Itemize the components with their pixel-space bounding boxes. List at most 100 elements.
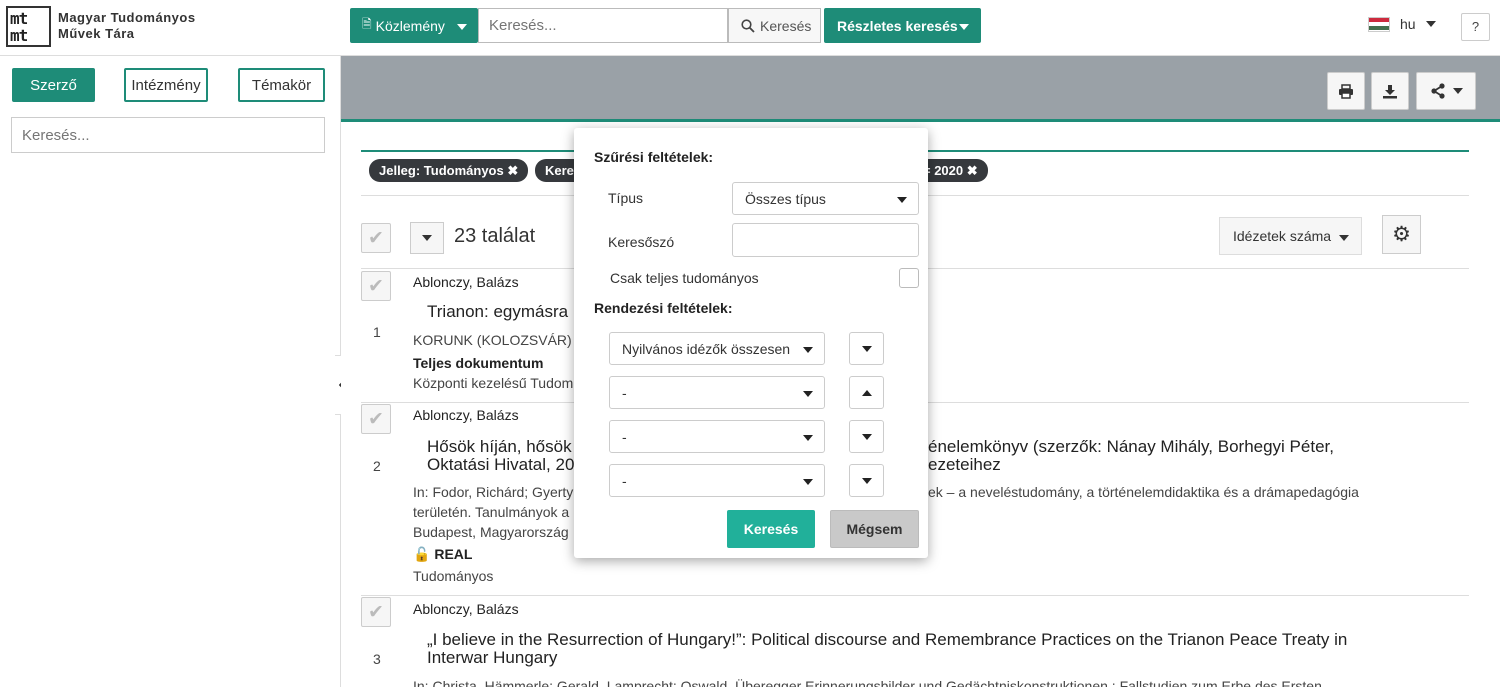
modal-search-button[interactable]: Keresés bbox=[727, 510, 815, 548]
sort-direction-1[interactable] bbox=[849, 332, 884, 365]
share-button[interactable] bbox=[1416, 72, 1476, 110]
help-button[interactable]: ? bbox=[1461, 13, 1490, 41]
result-title[interactable]: Hősök híján, hősök bbox=[427, 437, 572, 456]
sort-field-2[interactable]: - bbox=[609, 376, 825, 409]
chevron-down-icon bbox=[422, 235, 432, 241]
search-button[interactable]: Keresés bbox=[728, 8, 821, 43]
chevron-down-icon bbox=[897, 197, 907, 203]
open-access-icon: 🔓 bbox=[413, 546, 431, 562]
chevron-down-icon bbox=[457, 24, 467, 30]
only-full-checkbox[interactable] bbox=[899, 268, 919, 288]
sort-direction-3[interactable] bbox=[849, 420, 884, 453]
keyword-input[interactable] bbox=[732, 223, 919, 257]
type-label: Típus bbox=[608, 190, 644, 206]
sort-direction-2[interactable] bbox=[849, 376, 884, 409]
sort-direction-4[interactable] bbox=[849, 464, 884, 497]
type-select-value: Összes típus bbox=[745, 190, 826, 207]
advanced-search-label: Részletes keresés bbox=[837, 17, 958, 34]
tab-topic[interactable]: Témakör bbox=[238, 68, 325, 102]
sort-field-3-value: - bbox=[622, 428, 627, 445]
download-icon bbox=[1383, 84, 1397, 98]
document-icon: 🗎 bbox=[362, 17, 372, 31]
result-title[interactable]: „I believe in the Resurrection of Hungar… bbox=[427, 630, 1477, 649]
repository-label: REAL bbox=[434, 546, 473, 562]
tab-institution[interactable]: Intézmény bbox=[124, 68, 208, 102]
sort-field-1-value: Nyilvános idézők összesen bbox=[622, 340, 791, 357]
chevron-down-icon bbox=[959, 24, 969, 30]
only-full-label: Csak teljes tudományos bbox=[610, 270, 759, 286]
result-doc-type[interactable]: Teljes dokumentum bbox=[413, 353, 1473, 373]
advanced-search-button[interactable]: Részletes keresés bbox=[824, 8, 981, 43]
result-checkbox[interactable]: ✔ bbox=[361, 597, 391, 627]
sort-field-2-value: - bbox=[622, 384, 627, 401]
result-title-line2[interactable]: Oktatási Hivatal, 20 bbox=[427, 455, 574, 474]
sort-desc-icon bbox=[861, 345, 872, 352]
select-all-checkbox[interactable]: ✔ bbox=[361, 223, 391, 253]
result-checkbox[interactable]: ✔ bbox=[361, 271, 391, 301]
result-title-line2-continued[interactable]: ezeteihez bbox=[928, 455, 1001, 474]
sort-desc-icon bbox=[861, 477, 872, 484]
main-search-input[interactable] bbox=[478, 8, 728, 43]
gear-icon: ⚙ bbox=[1392, 223, 1411, 246]
chevron-down-icon bbox=[1339, 235, 1349, 241]
language-label: hu bbox=[1400, 16, 1416, 32]
bulk-actions-dropdown[interactable] bbox=[410, 222, 444, 254]
chevron-down-icon bbox=[803, 435, 813, 441]
search-button-label: Keresés bbox=[760, 17, 812, 34]
top-header: mt mt Magyar Tudományos Művek Tára 🗎 Közl… bbox=[0, 0, 1500, 56]
publication-type-dropdown[interactable]: 🗎 Közlemény bbox=[350, 8, 478, 43]
site-title-line2: Művek Tára bbox=[58, 26, 135, 41]
site-title[interactable]: Magyar Tudományos Művek Tára bbox=[58, 10, 196, 42]
divider bbox=[361, 595, 1469, 596]
keyword-label: Keresőszó bbox=[608, 234, 675, 250]
settings-button[interactable]: ⚙ bbox=[1382, 215, 1421, 254]
result-title-line2[interactable]: Interwar Hungary bbox=[427, 648, 1477, 667]
result-category: Tudományos bbox=[413, 568, 494, 584]
result-in: In: Fodor, Richárd; Gyerty bbox=[413, 484, 574, 500]
left-sidebar: Szerző Intézmény Témakör bbox=[0, 56, 341, 687]
chevron-down-icon bbox=[1425, 21, 1436, 27]
chevron-down-icon bbox=[803, 391, 813, 397]
result-number: 3 bbox=[373, 651, 381, 667]
result-checkbox[interactable]: ✔ bbox=[361, 404, 391, 434]
sort-dropdown[interactable]: Idézetek száma bbox=[1219, 217, 1362, 255]
result-number: 2 bbox=[373, 458, 381, 474]
sort-field-4-value: - bbox=[622, 472, 627, 489]
sort-field-4[interactable]: - bbox=[609, 464, 825, 497]
result-in: In: Christa, Hämmerle; Gerald, Lamprecht… bbox=[413, 678, 1322, 687]
result-author[interactable]: Ablonczy, Balázs bbox=[413, 274, 519, 290]
result-journal: KORUNK (KOLOZSVÁR) 30 bbox=[413, 332, 592, 348]
chevron-down-icon bbox=[1452, 88, 1463, 94]
result-place: Budapest, Magyarország bbox=[413, 524, 569, 540]
result-author[interactable]: Ablonczy, Balázs bbox=[413, 407, 519, 423]
result-owner: Központi kezelésű Tudom bbox=[413, 375, 574, 391]
site-title-line1: Magyar Tudományos bbox=[58, 10, 196, 25]
sort-field-1[interactable]: Nyilvános idézők összesen bbox=[609, 332, 825, 365]
result-count: 23 találat bbox=[454, 225, 536, 247]
tab-author[interactable]: Szerző bbox=[12, 68, 95, 102]
result-number: 1 bbox=[373, 324, 381, 340]
result-in-line2: területén. Tanulmányok a bbox=[413, 504, 570, 520]
publication-type-label: Közlemény bbox=[375, 17, 445, 34]
sort-desc-icon bbox=[861, 433, 872, 440]
filter-heading: Szűrési feltételek: bbox=[594, 149, 714, 165]
hungarian-flag-icon bbox=[1368, 16, 1390, 32]
download-button[interactable] bbox=[1371, 72, 1409, 110]
print-button[interactable] bbox=[1327, 72, 1365, 110]
share-icon bbox=[1430, 83, 1445, 99]
chevron-down-icon bbox=[803, 479, 813, 485]
filter-sort-modal: Szűrési feltételek: Típus Összes típus K… bbox=[574, 128, 928, 558]
result-in-continued: ek – a neveléstudomány, a történelemdida… bbox=[928, 484, 1359, 500]
sidebar-search-input[interactable] bbox=[11, 117, 325, 153]
sort-label: Idézetek száma bbox=[1233, 228, 1332, 244]
sort-field-3[interactable]: - bbox=[609, 420, 825, 453]
result-repository[interactable]: 🔓 REAL bbox=[413, 544, 1473, 564]
type-select[interactable]: Összes típus bbox=[732, 182, 919, 215]
mtmt-logo[interactable]: mt mt bbox=[6, 6, 51, 47]
filter-chip-category[interactable]: Jelleg: Tudományos ✖ bbox=[369, 159, 529, 182]
result-title-continued[interactable]: énelemkönyv (szerzők: Nánay Mihály, Borh… bbox=[928, 437, 1334, 456]
language-selector[interactable]: hu bbox=[1368, 16, 1436, 32]
modal-cancel-button[interactable]: Mégsem bbox=[830, 510, 919, 548]
chevron-down-icon bbox=[803, 347, 813, 353]
result-author[interactable]: Ablonczy, Balázs bbox=[413, 601, 519, 617]
